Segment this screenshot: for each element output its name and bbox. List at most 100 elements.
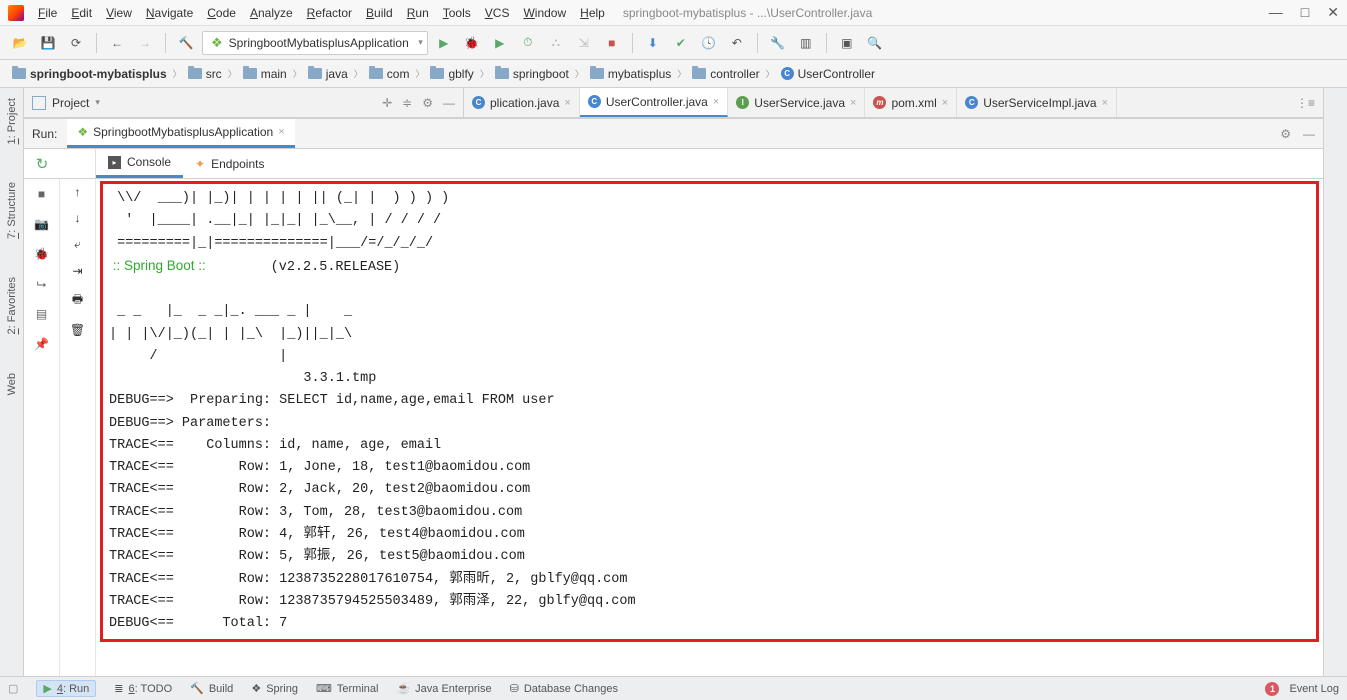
error-count-badge[interactable]: 1 (1265, 682, 1279, 696)
status-tab-6todo[interactable]: ≣6: TODO (114, 680, 172, 697)
slideshow-icon[interactable]: ▣ (835, 31, 859, 55)
search-everywhere-icon[interactable]: 🔍 (863, 31, 887, 55)
breadcrumb-springboot-mybatisplus[interactable]: springboot-mybatisplus (8, 65, 171, 83)
close-icon[interactable]: × (278, 126, 284, 138)
breadcrumb-src[interactable]: src (184, 65, 226, 83)
history-icon[interactable]: 🕓 (697, 31, 721, 55)
revert-icon[interactable]: ↶ (725, 31, 749, 55)
close-button[interactable]: ✕ (1327, 4, 1339, 21)
status-tab-build[interactable]: 🔨Build (190, 680, 233, 697)
wrap-icon[interactable]: ⤶ (74, 237, 81, 252)
breadcrumb-gblfy[interactable]: gblfy (426, 65, 477, 83)
open-icon[interactable]: 📂 (8, 31, 32, 55)
tool-tab-structure[interactable]: 7: Structure (4, 178, 20, 243)
scroll-end-icon[interactable]: ⇥ (72, 264, 82, 278)
menu-run[interactable]: Run (401, 3, 435, 23)
menu-vcs[interactable]: VCS (479, 3, 516, 23)
breadcrumb-java[interactable]: java (304, 65, 352, 83)
project-label[interactable]: Project (52, 96, 89, 110)
attach-icon[interactable]: ⇲ (572, 31, 596, 55)
down-icon[interactable]: ↓ (75, 211, 81, 225)
status-tab-terminal[interactable]: ⌨Terminal (316, 680, 378, 697)
breadcrumb-com[interactable]: com (365, 65, 414, 83)
breadcrumb-controller[interactable]: controller (688, 65, 763, 83)
minimize-button[interactable]: — (1269, 4, 1283, 21)
menu-file[interactable]: File (32, 3, 63, 23)
close-icon[interactable]: × (942, 97, 948, 109)
console-output[interactable]: \\/ ___)| |_)| | | | | || (_| | ) ) ) ) … (96, 179, 1323, 676)
layout-icon[interactable]: ▤ (33, 305, 51, 323)
save-all-icon[interactable]: 💾 (36, 31, 60, 55)
breadcrumb-mybatisplus[interactable]: mybatisplus (586, 65, 675, 83)
status-tab-databasechanges[interactable]: ⛁Database Changes (510, 680, 618, 697)
breadcrumb-springboot[interactable]: springboot (491, 65, 573, 83)
reload-icon[interactable]: ⟳ (64, 31, 88, 55)
concurrency-icon[interactable]: ⛬ (544, 31, 568, 55)
close-icon[interactable]: × (713, 96, 719, 108)
up-icon[interactable]: ↑ (75, 185, 81, 199)
tool-tab-web[interactable]: Web (4, 369, 20, 399)
menu-help[interactable]: Help (574, 3, 611, 23)
stop-icon[interactable]: ■ (600, 31, 624, 55)
status-tab-spring[interactable]: ❖Spring (251, 680, 298, 697)
status-tab-javaenterprise[interactable]: ☕Java Enterprise (396, 680, 491, 697)
folder-icon (308, 68, 322, 79)
menu-view[interactable]: View (100, 3, 138, 23)
editor-tab-plicationjava[interactable]: Cplication.java× (464, 88, 580, 117)
print-icon[interactable]: 🖶 (72, 290, 83, 311)
build-icon[interactable]: 🔨 (174, 31, 198, 55)
gear-icon[interactable]: ⚙ (422, 96, 433, 110)
settings-icon[interactable]: 🔧 (766, 31, 790, 55)
exit-icon[interactable]: ⮡ (33, 275, 51, 293)
close-icon[interactable]: × (850, 97, 856, 109)
profile-icon[interactable]: ⏱ (516, 31, 540, 55)
project-structure-icon[interactable]: ▥ (794, 31, 818, 55)
pin-icon[interactable]: 📌 (33, 335, 51, 353)
stop-icon[interactable]: ■ (33, 185, 51, 203)
menu-refactor[interactable]: Refactor (301, 3, 358, 23)
tab-endpoints[interactable]: ✦ Endpoints (183, 149, 276, 178)
rerun-icon[interactable]: ↻ (36, 155, 49, 173)
tabs-overflow-icon[interactable]: ⋮≡ (1288, 96, 1323, 110)
editor-tab-pomxml[interactable]: mpom.xml× (865, 88, 957, 117)
debug-rerun-icon[interactable]: 🐞 (33, 245, 51, 263)
close-icon[interactable]: × (1102, 97, 1108, 109)
hide-icon[interactable]: — (1303, 127, 1315, 141)
close-icon[interactable]: × (564, 97, 570, 109)
menu-build[interactable]: Build (360, 3, 399, 23)
tool-tab-project[interactable]: 1: Project (4, 94, 20, 148)
debug-icon[interactable]: 🐞 (460, 31, 484, 55)
coverage-icon[interactable]: ▶ (488, 31, 512, 55)
menu-window[interactable]: Window (517, 3, 572, 23)
maximize-button[interactable]: □ (1301, 4, 1309, 21)
locate-icon[interactable]: ✛ (382, 96, 392, 110)
breadcrumb-usercontroller[interactable]: CUserController (777, 65, 879, 83)
run-icon[interactable]: ▶ (432, 31, 456, 55)
expand-icon[interactable]: ≑ (402, 96, 412, 110)
chevron-down-icon[interactable]: ▾ (95, 97, 100, 108)
vcs-commit-icon[interactable]: ✔ (669, 31, 693, 55)
forward-icon[interactable]: → (133, 31, 157, 55)
run-config-tab[interactable]: ❖ SpringbootMybatisplusApplication × (67, 119, 294, 148)
clear-icon[interactable]: 🗑 (70, 323, 85, 337)
editor-tab-userservicejava[interactable]: IUserService.java× (728, 88, 865, 117)
gear-icon[interactable]: ⚙ (1280, 127, 1291, 141)
menu-analyze[interactable]: Analyze (244, 3, 299, 23)
editor-tab-usercontrollerjava[interactable]: CUserController.java× (580, 88, 728, 117)
breadcrumb-main[interactable]: main (239, 65, 291, 83)
menu-navigate[interactable]: Navigate (140, 3, 199, 23)
menu-code[interactable]: Code (201, 3, 242, 23)
back-icon[interactable]: ← (105, 31, 129, 55)
menu-edit[interactable]: Edit (65, 3, 98, 23)
status-tab-4run[interactable]: ▶4: Run (36, 680, 96, 697)
hide-icon[interactable]: — (443, 96, 455, 110)
editor-tab-userserviceimpljava[interactable]: CUserServiceImpl.java× (957, 88, 1117, 117)
camera-icon[interactable]: 📷 (33, 215, 51, 233)
tool-tab-favorites[interactable]: 2: Favorites (4, 273, 20, 338)
vcs-update-icon[interactable]: ⬇ (641, 31, 665, 55)
tool-windows-icon[interactable]: ▢ (8, 682, 18, 695)
event-log-button[interactable]: Event Log (1289, 683, 1339, 695)
run-config-selector[interactable]: ❖ SpringbootMybatisplusApplication (202, 31, 428, 55)
menu-tools[interactable]: Tools (437, 3, 477, 23)
tab-console[interactable]: ▸ Console (96, 149, 183, 178)
